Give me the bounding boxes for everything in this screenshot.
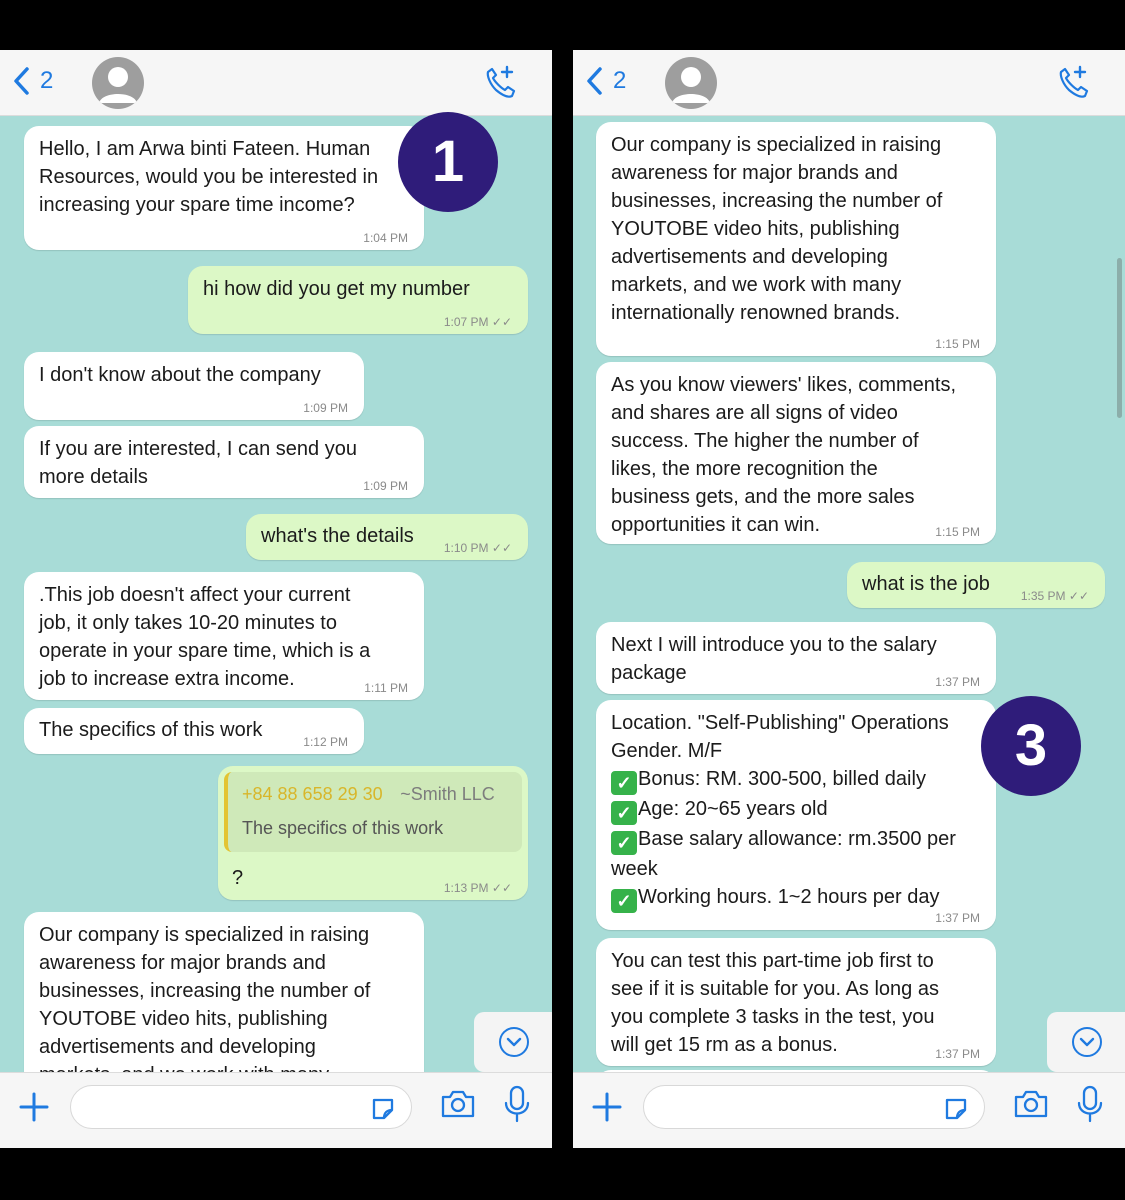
message-text: Our company is specialized in raising aw… — [611, 134, 943, 324]
message-bubble-outgoing-reply[interactable]: +84 88 658 29 30 ~Smith LLC The specific… — [218, 766, 528, 900]
message-text: As you know viewers' likes, comments, an… — [611, 374, 957, 536]
plus-icon[interactable] — [18, 1091, 50, 1123]
message-input-field[interactable] — [70, 1085, 412, 1129]
salary-line: ✓ Base salary allowance: rm.3500 per — [611, 825, 981, 855]
message-bubble-incoming[interactable]: You can test this part-time job first to… — [596, 938, 996, 1066]
message-bubble-incoming[interactable]: The specifics of this work 1:12 PM — [24, 708, 364, 754]
step-badge: 3 — [981, 696, 1081, 796]
message-input[interactable] — [85, 1086, 369, 1128]
scroll-to-bottom-button[interactable] — [1047, 1012, 1125, 1072]
message-text: I don't know about the company — [39, 364, 321, 386]
message-text: Next I will introduce you to the salary … — [611, 634, 937, 684]
chat-screen-right: 2 Our company is specialized in raising … — [573, 50, 1125, 1148]
chevron-down-icon — [499, 1027, 529, 1057]
message-time: 1:35 PM ✓✓ — [1020, 589, 1089, 603]
salary-line: ✓ Bonus: RM. 300-500, billed daily — [611, 765, 981, 795]
chevron-down-icon — [1072, 1027, 1102, 1057]
message-bubble-incoming[interactable]: I don't know about the company 1:09 PM — [24, 352, 364, 420]
composer-bar — [0, 1072, 552, 1148]
back-button[interactable]: 2 — [585, 66, 626, 96]
message-bubble-incoming[interactable]: .This job doesn't affect your current jo… — [24, 572, 424, 700]
sticker-icon[interactable] — [942, 1095, 970, 1123]
message-time: 1:04 PM — [363, 231, 408, 245]
chat-header: 2 — [573, 50, 1125, 116]
message-bubble-outgoing[interactable]: what's the details 1:10 PM ✓✓ — [246, 514, 528, 560]
message-input[interactable] — [658, 1086, 942, 1128]
chat-screen-left: 2 Hello, I am Arwa binti Fateen. Human R… — [0, 50, 552, 1148]
unread-count: 2 — [613, 67, 627, 94]
read-ticks-icon: ✓✓ — [1068, 589, 1089, 603]
composer-bar — [573, 1072, 1125, 1148]
message-time: 1:11 PM — [364, 681, 408, 695]
message-time: 1:13 PM ✓✓ — [443, 881, 512, 895]
message-bubble-incoming[interactable]: Next I will introduce you to the salary … — [596, 622, 996, 694]
step-badge: 1 — [398, 112, 498, 212]
read-ticks-icon: ✓✓ — [491, 315, 512, 329]
message-time: 1:37 PM — [935, 1047, 980, 1061]
message-list[interactable]: Hello, I am Arwa binti Fateen. Human Res… — [0, 116, 552, 1072]
quoted-sender-phone: +84 88 658 29 30 — [242, 784, 383, 804]
mic-icon[interactable] — [1077, 1085, 1103, 1123]
read-ticks-icon: ✓✓ — [491, 541, 512, 555]
message-time: 1:37 PM — [935, 675, 980, 689]
message-text: Hello, I am Arwa binti Fateen. Human Res… — [39, 138, 379, 216]
sticker-icon[interactable] — [369, 1095, 397, 1123]
quoted-text: The specifics of this work — [242, 818, 444, 838]
salary-line: ✓ Working hours. 1~2 hours per day — [611, 883, 981, 913]
back-button[interactable]: 2 — [12, 66, 53, 96]
add-call-icon[interactable] — [482, 64, 516, 105]
message-text: Our company is specialized in raising aw… — [39, 924, 371, 1072]
back-chevron-icon — [587, 67, 602, 95]
quoted-message[interactable]: +84 88 658 29 30 ~Smith LLC The specific… — [224, 772, 522, 852]
message-time: 1:15 PM — [935, 525, 980, 539]
read-ticks-icon: ✓✓ — [491, 881, 512, 895]
message-time: 1:07 PM ✓✓ — [443, 315, 512, 329]
message-time: 1:09 PM — [303, 401, 348, 415]
plus-icon[interactable] — [591, 1091, 623, 1123]
avatar-icon[interactable] — [92, 57, 144, 109]
message-bubble-incoming[interactable]: Our company is specialized in raising aw… — [24, 912, 424, 1072]
salary-line: Gender. M/F — [611, 740, 723, 762]
check-icon: ✓ — [611, 771, 637, 795]
quoted-sender-name: ~Smith LLC — [400, 784, 495, 804]
salary-line: Location. "Self-Publishing" Operations — [611, 712, 949, 734]
message-text: You can test this part-time job first to… — [611, 950, 939, 1056]
message-text: If you are interested, I can send you mo… — [39, 438, 357, 488]
scroll-to-bottom-button[interactable] — [474, 1012, 552, 1072]
back-chevron-icon — [14, 67, 29, 95]
message-time: 1:12 PM — [303, 735, 348, 749]
unread-count: 2 — [40, 67, 54, 94]
message-bubble-incoming[interactable]: Hello, I am Arwa binti Fateen. Human Res… — [24, 126, 424, 250]
message-input-field[interactable] — [643, 1085, 985, 1129]
message-time: 1:10 PM ✓✓ — [443, 541, 512, 555]
check-icon: ✓ — [611, 889, 637, 913]
add-call-icon[interactable] — [1055, 64, 1089, 105]
check-icon: ✓ — [611, 831, 637, 855]
scrollbar[interactable] — [1117, 258, 1122, 418]
avatar-icon[interactable] — [665, 57, 717, 109]
message-bubble-incoming[interactable]: Our company is specialized in raising aw… — [596, 122, 996, 356]
chat-header: 2 — [0, 50, 552, 116]
mic-icon[interactable] — [504, 1085, 530, 1123]
camera-icon[interactable] — [440, 1088, 476, 1120]
message-bubble-incoming[interactable]: If you are interested, I can send you mo… — [24, 426, 424, 498]
message-text: hi how did you get my number — [203, 278, 470, 300]
camera-icon[interactable] — [1013, 1088, 1049, 1120]
check-icon: ✓ — [611, 801, 637, 825]
message-bubble-incoming[interactable]: As you know viewers' likes, comments, an… — [596, 362, 996, 544]
message-text: .This job doesn't affect your current jo… — [39, 584, 371, 690]
message-list[interactable]: Our company is specialized in raising aw… — [573, 116, 1125, 1072]
message-time: 1:37 PM — [935, 911, 980, 925]
message-time: 1:15 PM — [935, 337, 980, 351]
message-bubble-incoming-salary[interactable]: Location. "Self-Publishing" Operations G… — [596, 700, 996, 930]
message-bubble-outgoing[interactable]: what is the job 1:35 PM ✓✓ — [847, 562, 1105, 608]
salary-line: ✓ Age: 20~65 years old — [611, 795, 981, 825]
message-time: 1:09 PM — [363, 479, 408, 493]
salary-line: week — [611, 858, 658, 880]
message-bubble-outgoing[interactable]: hi how did you get my number 1:07 PM ✓✓ — [188, 266, 528, 334]
